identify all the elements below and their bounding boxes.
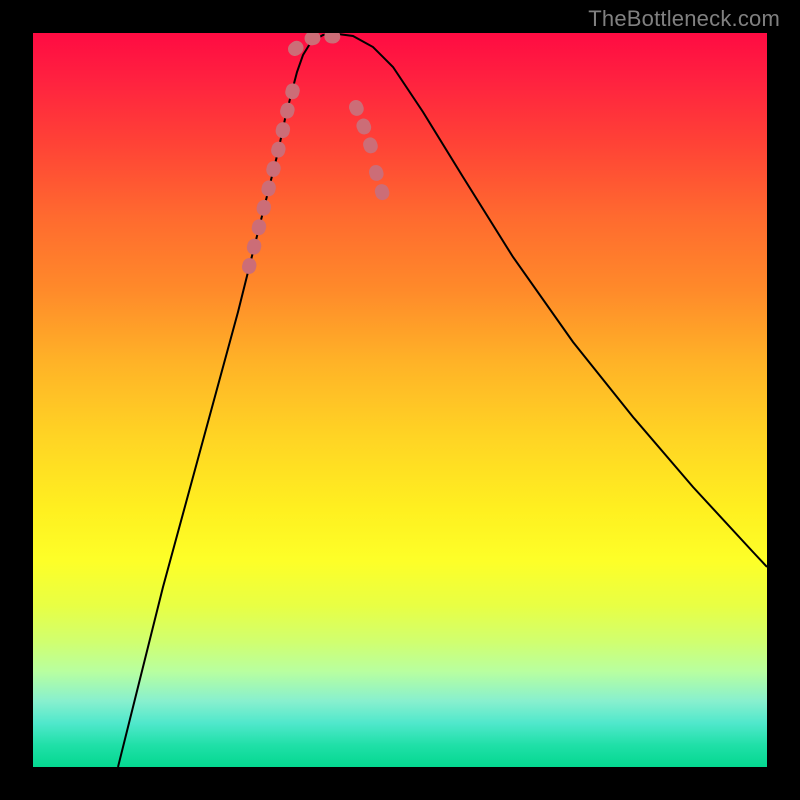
chart-plot-area: [33, 33, 767, 767]
chart-frame: TheBottleneck.com: [0, 0, 800, 800]
watermark-text: TheBottleneck.com: [588, 6, 780, 32]
